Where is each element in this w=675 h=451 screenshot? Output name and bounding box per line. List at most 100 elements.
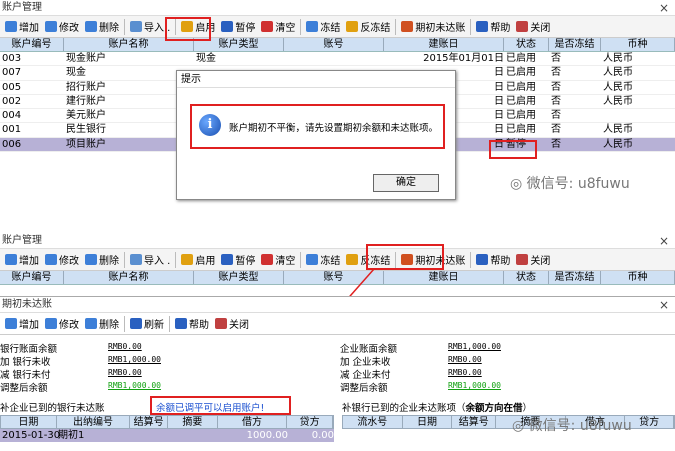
table-row[interactable]: 003 现金账户 现金 2015年01月01日 已启用 否 人民币 [0,52,675,67]
toolbar-label: 修改 [59,23,79,34]
column-header[interactable]: 贷方 [287,416,334,428]
balance-message-highlight [150,396,291,415]
column-header[interactable]: 是否冻结 [549,271,601,284]
delete-button[interactable]: 删除 [82,314,122,334]
table-cell: 0.00 [311,430,334,441]
close-icon[interactable]: × [659,0,669,16]
column-header[interactable]: 流水号 [343,416,403,428]
ok-button[interactable]: 确定 [373,174,439,192]
column-header[interactable]: 状态 [504,271,549,284]
toolbar-separator [175,251,177,268]
window-title: 账户管理 [2,2,42,13]
left-section-title: 补企业已到的银行未达账 [0,403,105,414]
table-cell: 001 [2,124,22,136]
watermark-text: 微信号: u8fuwu [528,418,632,434]
bank-unreceived-value: RMB1,000.00 [108,355,161,364]
table-cell: 美元账户 [66,110,106,122]
toolbar-label: 删除 [99,320,119,331]
column-header[interactable]: 状态 [504,38,549,51]
table-cell: 项目账户 [66,138,106,150]
freeze-icon [306,21,319,32]
pause-button[interactable]: 暂停 [218,17,258,37]
column-header[interactable]: 结算号 [452,416,497,428]
column-header[interactable]: 账户名称 [64,271,194,284]
panel-toolbar: 增加 修改 删除 刷新 帮助 关闭 [0,313,675,335]
refresh-button[interactable]: 刷新 [127,314,167,334]
table-cell: 否 [551,110,561,122]
column-header[interactable]: 建账日 [384,271,504,284]
column-header[interactable]: 贷方 [625,416,674,428]
column-header[interactable]: 日期 [1,416,57,428]
edit-icon [45,21,57,32]
close-button[interactable]: 关闭 [513,17,553,37]
table-cell: 已启用 [506,53,536,64]
column-header[interactable]: 借方 [218,416,288,428]
column-header[interactable]: 日期 [403,416,453,428]
edit-button[interactable]: 修改 [42,250,82,270]
close-button[interactable]: 关闭 [212,314,252,334]
bank-unpaid-label: 减 银行未付 [0,370,51,381]
column-header[interactable]: 是否冻结 [549,38,601,51]
close-icon[interactable]: × [659,233,669,249]
enable-button[interactable]: 启用 [178,250,218,270]
add-button[interactable]: 增加 [2,17,42,37]
bank-balance-value: RMB0.00 [108,342,142,351]
table-cell [168,429,218,442]
unfreeze-icon [346,21,359,32]
book-balance-label: 企业账面余额 [340,344,398,355]
window-title: 账户管理 [2,235,42,246]
table-cell: 人民币 [603,67,633,79]
table-cell: 否 [551,81,561,93]
unfreeze-button[interactable]: 反冻结 [343,17,393,37]
add-button[interactable]: 增加 [2,314,42,334]
close-button[interactable]: 关闭 [513,250,553,270]
close-icon[interactable]: × [659,297,669,313]
delete-button[interactable]: 删除 [82,250,122,270]
column-header[interactable]: 结算号 [130,416,169,428]
column-header[interactable]: 币种 [601,271,675,284]
table-cell: 已启用 [506,81,536,93]
table-cell: 人民币 [603,138,633,150]
toolbar-label: 导入 . [144,256,171,267]
column-header[interactable]: 账户编号 [0,38,64,51]
watermark: ◎ 微信号: u8fuwu [512,415,632,435]
toolbar-label: 反冻结 [360,23,391,34]
column-header[interactable]: 摘要 [168,416,218,428]
toolbar-label: 关闭 [229,320,249,331]
clear-button[interactable]: 清空 [258,17,298,37]
delete-button[interactable]: 删除 [82,17,122,37]
initial-unreconciled-button[interactable]: 期初未达账 [398,17,468,37]
table-cell: 人民币 [603,53,633,64]
table-cell: 003 [2,53,22,64]
column-header[interactable]: 账号 [284,38,384,51]
column-header[interactable]: 出纳编号 [57,416,131,428]
table-cell: 2015-01-30 [2,430,61,441]
pause-button[interactable]: 暂停 [218,250,258,270]
import-icon [130,21,142,32]
table-cell: 2015年01月01日 [423,53,504,64]
table-cell: 现金 [66,67,86,79]
toolbar-label: 关闭 [530,23,551,34]
help-button[interactable]: 帮助 [172,314,212,334]
clear-icon [261,254,274,265]
wechat-icon: ◎ [512,418,529,434]
column-header[interactable]: 账户编号 [0,271,64,284]
column-header[interactable]: 币种 [601,38,675,51]
book-balance-value: RMB1,000.00 [448,342,501,351]
edit-button[interactable]: 修改 [42,17,82,37]
initial-unreconciled-icon [401,21,414,32]
add-button[interactable]: 增加 [2,250,42,270]
left-table-row[interactable]: 2015-01-30 期初1 1000.00 0.00 [0,429,334,442]
freeze-button[interactable]: 冻结 [303,17,343,37]
table-cell: 人民币 [603,124,633,136]
help-button[interactable]: 帮助 [473,17,513,37]
edit-icon [45,318,57,329]
edit-button[interactable]: 修改 [42,314,82,334]
help-icon [175,318,187,329]
bank-adjusted-value: RMB1,000.00 [108,381,161,390]
add-icon [5,254,17,265]
column-header[interactable]: 建账日 [384,38,504,51]
help-button[interactable]: 帮助 [473,250,513,270]
import-button[interactable]: 导入 . [127,250,173,270]
toolbar-separator [395,18,397,35]
